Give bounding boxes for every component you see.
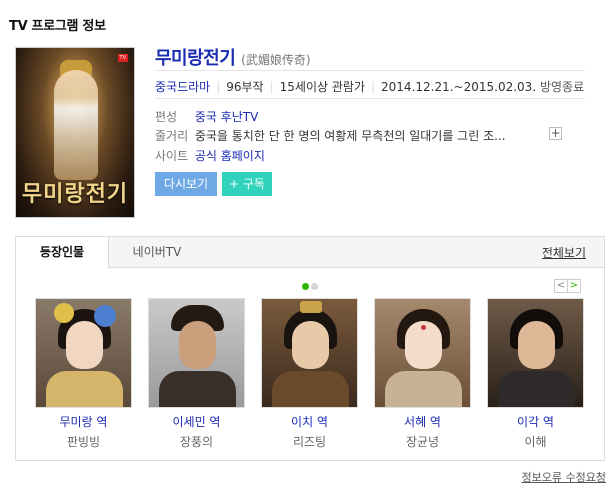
program-title-row: 무미랑전기 (武媚娘传奇) — [155, 44, 311, 70]
cast-role[interactable]: 이세민 역 — [148, 413, 245, 430]
program-meta: 중국드라마 | 96부작 | 15세이상 관람가 | 2014.12.21.~2015.02… — [155, 80, 585, 94]
next-page-button[interactable]: > — [567, 279, 581, 293]
tab-navertv[interactable]: 네이버TV — [112, 237, 202, 268]
cast-actor[interactable]: 판빙빙 — [35, 433, 132, 450]
divider — [155, 70, 585, 71]
cast-member[interactable]: 이각 역 이해 — [487, 298, 584, 450]
cast-tabs: 등장인물 네이버TV 전체보기 — [16, 237, 604, 269]
report-error-link[interactable]: 정보오류 수정요청 — [522, 469, 606, 485]
see-all-link[interactable]: 전체보기 — [542, 244, 586, 261]
cast-role[interactable]: 이치 역 — [261, 413, 358, 430]
cast-photo[interactable] — [261, 298, 358, 408]
poster-figure — [54, 70, 98, 180]
cast-photo[interactable] — [148, 298, 245, 408]
episode-count: 96부작 — [226, 80, 264, 94]
page-dot[interactable] — [311, 283, 318, 290]
tab-cast[interactable]: 등장인물 — [16, 237, 109, 269]
cast-actor[interactable]: 리즈팅 — [261, 433, 358, 450]
cast-member[interactable]: 무미랑 역 판빙빙 — [35, 298, 132, 450]
program-poster[interactable]: TV 무미랑전기 — [15, 47, 135, 218]
format-value[interactable]: 중국 후난TV — [195, 110, 259, 124]
page-indicator — [302, 279, 320, 293]
cast-actor[interactable]: 이해 — [487, 433, 584, 450]
poster-channel-logo: TV — [117, 54, 128, 62]
cast-photo[interactable] — [374, 298, 471, 408]
cast-role[interactable]: 서혜 역 — [374, 413, 471, 430]
poster-title: 무미랑전기 — [21, 181, 129, 207]
cast-actor[interactable]: 장풍의 — [148, 433, 245, 450]
expand-plot-button[interactable]: + — [549, 127, 562, 140]
program-original-title: (武媚娘传奇) — [241, 53, 311, 67]
plot-row: 줄거리 중국을 통치한 단 한 명의 여황제 무측천의 일대기를 그린 조... — [155, 127, 506, 144]
divider — [155, 98, 585, 99]
plot-value: 중국을 통치한 단 한 명의 여황제 무측천의 일대기를 그린 조... — [194, 129, 506, 143]
air-period: 2014.12.21.~2015.02.03. — [381, 80, 537, 94]
prev-page-button[interactable]: < — [554, 279, 568, 293]
subscribe-button[interactable]: + 구독 1,263 — [222, 172, 272, 215]
cast-photo[interactable] — [487, 298, 584, 408]
cast-member[interactable]: 서혜 역 장균녕 — [374, 298, 471, 450]
air-status: 방영종료 — [539, 80, 585, 94]
plot-label: 줄거리 — [155, 129, 189, 143]
cast-role[interactable]: 무미랑 역 — [35, 413, 132, 430]
format-row: 편성 중국 후난TV — [155, 108, 258, 125]
cast-photo[interactable] — [35, 298, 132, 408]
site-row: 사이트 공식 홈페이지 — [155, 147, 265, 164]
cast-panel: 등장인물 네이버TV 전체보기 <> 무미랑 역 판빙빙 이세민 역 장풍의 — [15, 236, 605, 461]
page-dot-active[interactable] — [302, 283, 309, 290]
rewatch-button[interactable]: 다시보기 — [155, 172, 217, 196]
site-label: 사이트 — [155, 149, 189, 163]
cast-member[interactable]: 이세민 역 장풍의 — [148, 298, 245, 450]
cast-role[interactable]: 이각 역 — [487, 413, 584, 430]
official-site-link[interactable]: 공식 홈페이지 — [195, 149, 265, 163]
format-label: 편성 — [155, 110, 178, 124]
program-title[interactable]: 무미랑전기 — [155, 48, 236, 69]
cast-member[interactable]: 이치 역 리즈팅 — [261, 298, 358, 450]
age-rating: 15세이상 관람가 — [279, 80, 365, 94]
section-title: TV 프로그램 정보 — [9, 19, 106, 34]
cast-actor[interactable]: 장균녕 — [374, 433, 471, 450]
cast-pager: < > — [554, 277, 581, 293]
genre-link[interactable]: 중국드라마 — [155, 80, 210, 94]
